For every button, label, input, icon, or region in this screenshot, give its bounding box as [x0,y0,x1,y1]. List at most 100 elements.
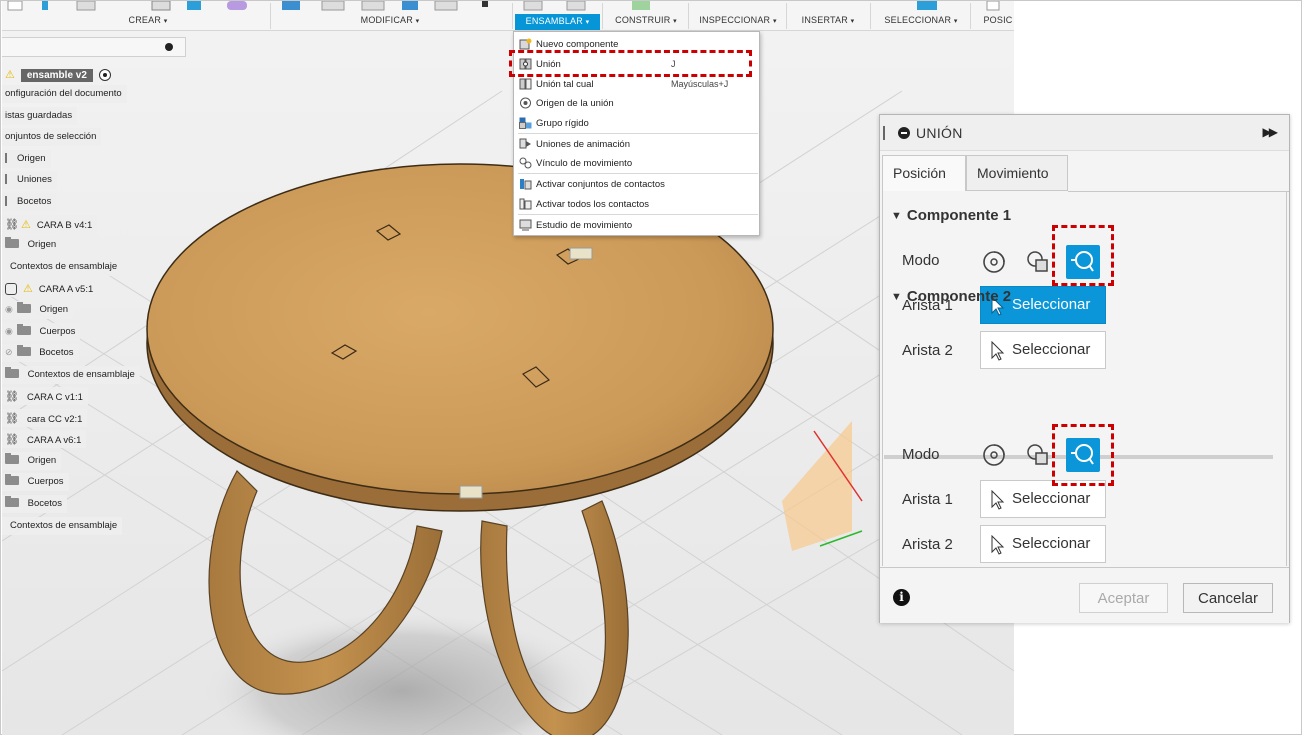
tree-label: Bocetos [17,196,52,207]
cursor-arrow-icon [991,535,1005,555]
mode-label: Modo [902,252,940,269]
tree-label: Origen [39,304,69,315]
browser-item-selection-sets[interactable]: onjuntos de selección [2,128,102,146]
menu-item-label: Activar todos los contactos [536,199,649,210]
link-icon: ⛓ [5,219,19,231]
drag-handle-icon[interactable] [883,126,885,140]
between-two-faces-mode-icon[interactable] [1025,442,1051,468]
all-contacts-icon [519,198,532,210]
cursor-arrow-icon [991,341,1005,361]
tree-label: Origen [17,153,46,164]
tree-label: Origen [27,239,57,250]
snap-point-mode-icon[interactable] [981,249,1007,275]
tab-marker [569,247,593,260]
folder-icon [16,301,31,313]
snap-point-mode-icon[interactable] [981,442,1007,468]
browser-root[interactable]: ⚠ ensamble v2 [2,65,116,83]
browser-panel: ⚠ ensamble v2 onfiguración del documento … [2,35,192,535]
tree-label: Uniones [17,174,52,185]
browser-item-cara-a[interactable]: ⚠ CARA A v5:1 [2,279,99,297]
tree-label: CARA A v5:1 [38,284,94,295]
menu-item-label: Grupo rígido [536,118,589,129]
browser-item-assembly-contexts[interactable]: Contextos de ensamblaje [2,517,123,535]
menu-item-motion-link[interactable]: Vínculo de movimiento [514,153,759,173]
between-two-faces-mode-icon[interactable] [1025,249,1051,275]
button-label: Seleccionar [1012,490,1091,507]
warning-icon: ⚠ [20,219,31,231]
collapse-icon[interactable] [898,127,910,139]
browser-item-cara-c[interactable]: ⛓ CARA C v1:1 [2,387,88,405]
activate-radio-icon[interactable] [98,69,111,82]
menu-inspeccionar[interactable]: INSPECCIONAR ▾ [694,15,782,29]
link-icon: ⛓ [5,413,19,425]
browser-item-origin[interactable]: Origen [2,452,62,470]
ok-button[interactable]: Aceptar [1079,583,1168,613]
motion-link-icon [519,157,532,169]
browser-item-sketches[interactable]: Bocetos [2,193,57,211]
menu-seleccionar[interactable]: SELECCIONAR ▾ [880,15,962,29]
browser-header-bar[interactable] [2,37,186,57]
tree-label: onfiguración del documento [5,88,122,99]
browser-item-named-views[interactable]: istas guardadas [2,107,78,125]
browser-item-sketches[interactable]: Bocetos [2,495,67,513]
browser-item-document-settings[interactable]: onfiguración del documento [2,85,127,103]
tree-label: Contextos de ensamblaje [10,520,118,531]
link-icon: ⛓ [5,391,19,403]
tab-motion[interactable]: Movimiento [966,155,1068,191]
menu-item-motion-study[interactable]: Estudio de movimiento [514,215,759,235]
menu-insertar[interactable]: INSERTAR ▾ [796,15,860,29]
toolbar: CREAR ▾ MODIFICAR ▾ ENSAMBLAR ▾ CONSTRUI… [2,1,1014,31]
browser-item-bodies[interactable]: Cuerpos [2,473,69,491]
menu-item-joint-origin[interactable]: Origen de la unión [514,93,759,113]
construction-plane [782,421,852,551]
visibility-eye-icon[interactable]: ◉ [5,326,13,336]
menu-item-all-contacts[interactable]: Activar todos los contactos [514,194,759,214]
browser-item-cara-cc[interactable]: ⛓ cara CC v2:1 [2,409,88,427]
tree-label: Contextos de ensamblaje [10,261,118,272]
menu-crear[interactable]: CREAR ▾ [122,15,174,29]
browser-item-bodies[interactable]: ◉ Cuerpos [2,323,81,341]
tree-label: Cuerpos [39,326,76,337]
browser-item-origin[interactable]: Origen [2,236,62,254]
menu-posicion[interactable]: POSIC [982,15,1014,29]
browser-item-origin[interactable]: Origen [2,150,51,168]
browser-item-origin[interactable]: ◉ Origen [2,301,74,319]
browser-item-assembly-contexts[interactable]: Contextos de ensamblaje [2,366,140,384]
section-title: Componente 1 [906,207,1012,224]
collapse-triangle-icon[interactable]: ▼ [891,210,902,222]
menu-item-contact-sets[interactable]: Activar conjuntos de contactos [514,174,759,194]
dialog-footer: i Aceptar Cancelar [880,567,1289,623]
browser-item-sketches[interactable]: ⊘ Bocetos [2,344,79,362]
menu-item-label: Estudio de movimiento [536,220,633,231]
browser-item-cara-b[interactable]: ⛓ ⚠ CARA B v4:1 [2,215,98,233]
dialog-title: UNIÓN [916,125,963,141]
dialog-header[interactable]: UNIÓN ▶▶ [880,115,1289,151]
menu-item-drive-joints[interactable]: Uniones de animación [514,134,759,154]
highlight-component-1-mode [1052,225,1114,286]
browser-item-assembly-contexts[interactable]: Contextos de ensamblaje [2,258,123,276]
browser-item-cara-a-v6[interactable]: ⛓ CARA A v6:1 [2,430,87,448]
menu-ensamblar[interactable]: ENSAMBLAR ▾ [515,14,600,30]
menu-item-label: Unión tal cual [536,79,594,90]
menu-construir[interactable]: CONSTRUIR ▾ [610,15,682,29]
menu-item-label: Uniones de animación [536,139,631,150]
joint-dialog: UNIÓN ▶▶ Posición Movimiento ▼ Componente… [879,114,1290,623]
menu-modificar[interactable]: MODIFICAR ▾ [352,15,428,29]
expand-icon[interactable]: ▶▶ [1263,125,1279,139]
component-2-edge-2-select-button[interactable]: Seleccionar [980,525,1106,563]
visibility-eye-icon[interactable]: ◉ [5,304,13,314]
motion-study-icon [519,219,532,231]
menu-item-rigid-group[interactable]: Grupo rígido [514,113,759,133]
browser-options-icon[interactable] [165,43,173,51]
component-1-edge-2-select-button[interactable]: Seleccionar [980,331,1106,369]
cancel-button[interactable]: Cancelar [1183,583,1273,613]
collapse-triangle-icon[interactable]: ▼ [891,291,902,303]
component-1-section-header[interactable]: ▼ Componente 1 [891,207,1011,224]
menu-item-as-built-joint[interactable]: Unión tal cual Mayúsculas+J [514,74,759,94]
browser-item-joints[interactable]: Uniones [2,171,57,189]
info-icon[interactable]: i [893,589,910,606]
menu-item-label: Activar conjuntos de contactos [536,179,665,190]
hidden-eye-icon[interactable]: ⊘ [5,347,13,357]
tab-position[interactable]: Posición [882,155,966,191]
component-2-section-header[interactable]: ▼ Componente 2 [891,288,1011,305]
